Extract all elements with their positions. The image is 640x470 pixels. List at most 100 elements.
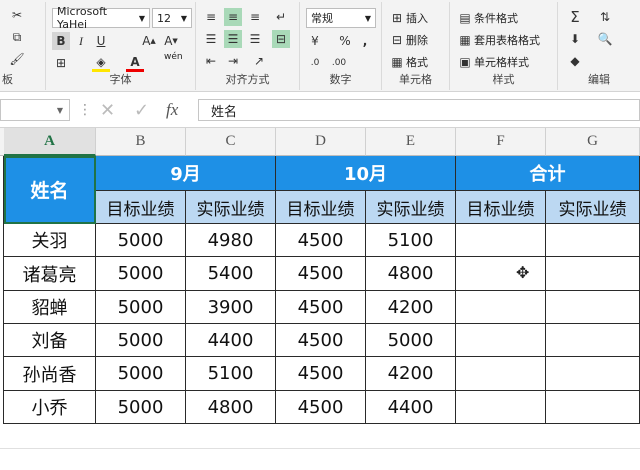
name-cell[interactable]: 刘备 bbox=[4, 324, 96, 357]
autosum-icon[interactable]: Σ bbox=[566, 8, 584, 26]
percent-button[interactable]: % bbox=[336, 32, 354, 50]
value-cell[interactable]: 5100 bbox=[366, 224, 456, 257]
find-icon[interactable]: 🔍 bbox=[596, 30, 614, 48]
value-cell[interactable]: 4500 bbox=[276, 224, 366, 257]
sub-header-target[interactable]: 目标业绩 bbox=[456, 191, 546, 224]
wrap-text-icon[interactable]: ↵ bbox=[272, 8, 290, 26]
merge-center-icon[interactable]: ⊟ bbox=[272, 30, 290, 48]
value-cell[interactable]: 4500 bbox=[276, 357, 366, 391]
sub-header-actual[interactable]: 实际业绩 bbox=[186, 191, 276, 224]
value-cell[interactable] bbox=[546, 224, 640, 257]
format-painter-icon[interactable]: 🖌 bbox=[8, 50, 26, 68]
value-cell[interactable]: 4500 bbox=[276, 291, 366, 324]
border-icon[interactable]: ⊞ bbox=[52, 54, 70, 72]
shrink-font-icon[interactable]: A ▼ bbox=[162, 32, 180, 50]
column-header-a[interactable]: A bbox=[4, 128, 96, 156]
format-button[interactable]: ▦ 格式 bbox=[388, 52, 428, 72]
fill-color-icon[interactable]: ◈ bbox=[92, 54, 110, 72]
increase-decimal-icon[interactable]: .0 bbox=[306, 54, 324, 72]
value-cell[interactable]: 4800 bbox=[366, 257, 456, 291]
name-cell[interactable]: 貂蝉 bbox=[4, 291, 96, 324]
font-name-select[interactable]: Microsoft YaHei ▼ bbox=[52, 5, 150, 31]
formula-input[interactable]: 姓名 bbox=[198, 99, 640, 121]
column-header-d[interactable]: D bbox=[276, 128, 366, 156]
align-top-icon[interactable]: ≡ bbox=[202, 8, 220, 26]
decrease-indent-icon[interactable]: ⇤ bbox=[202, 52, 220, 70]
value-cell[interactable]: 4500 bbox=[276, 391, 366, 424]
name-cell[interactable]: 孙尚香 bbox=[4, 357, 96, 391]
value-cell[interactable] bbox=[546, 324, 640, 357]
value-cell[interactable] bbox=[456, 391, 546, 424]
column-header-f[interactable]: F bbox=[456, 128, 546, 156]
value-cell[interactable]: 4200 bbox=[366, 357, 456, 391]
clear-icon[interactable]: ◆ bbox=[566, 52, 584, 70]
name-header-cell[interactable]: 姓名 bbox=[4, 156, 96, 224]
sort-filter-icon[interactable]: ⇅ bbox=[596, 8, 614, 26]
cancel-icon[interactable]: ✕ bbox=[100, 100, 115, 121]
insert-button[interactable]: ⊞ 插入 bbox=[388, 8, 428, 28]
column-header-g[interactable]: G bbox=[546, 128, 640, 156]
month-header-oct[interactable]: 10月 bbox=[276, 156, 456, 191]
sub-header-actual[interactable]: 实际业绩 bbox=[546, 191, 640, 224]
value-cell[interactable] bbox=[546, 257, 640, 291]
cell-style-button[interactable]: ▣ 单元格样式 bbox=[456, 52, 529, 72]
name-box[interactable]: ▼ bbox=[0, 99, 70, 121]
value-cell[interactable]: 5000 bbox=[366, 324, 456, 357]
value-cell[interactable] bbox=[456, 257, 546, 291]
sub-header-target[interactable]: 目标业绩 bbox=[96, 191, 186, 224]
value-cell[interactable]: 4500 bbox=[276, 324, 366, 357]
value-cell[interactable] bbox=[456, 324, 546, 357]
comma-button[interactable]: , bbox=[356, 32, 374, 50]
bold-button[interactable]: B bbox=[52, 32, 70, 50]
value-cell[interactable] bbox=[546, 391, 640, 424]
column-header-e[interactable]: E bbox=[366, 128, 456, 156]
value-cell[interactable]: 3900 bbox=[186, 291, 276, 324]
phonetic-button[interactable]: wén bbox=[164, 52, 183, 62]
copy-icon[interactable]: ⧉ bbox=[8, 28, 26, 46]
value-cell[interactable]: 5000 bbox=[96, 357, 186, 391]
value-cell[interactable]: 4400 bbox=[366, 391, 456, 424]
worksheet-grid[interactable]: A B C D E F G 姓名 9月 10月 合计 目标业绩 实际业绩 目标业… bbox=[0, 128, 640, 470]
align-right-icon[interactable]: ☰ bbox=[246, 30, 264, 48]
value-cell[interactable]: 4500 bbox=[276, 257, 366, 291]
value-cell[interactable] bbox=[456, 224, 546, 257]
table-format-button[interactable]: ▦ 套用表格格式 bbox=[456, 30, 540, 50]
value-cell[interactable]: 4800 bbox=[186, 391, 276, 424]
name-cell[interactable]: 诸葛亮 bbox=[4, 257, 96, 291]
increase-indent-icon[interactable]: ⇥ bbox=[224, 52, 242, 70]
italic-button[interactable]: I bbox=[72, 32, 90, 50]
value-cell[interactable] bbox=[456, 357, 546, 391]
fill-icon[interactable]: ⬇ bbox=[566, 30, 584, 48]
align-center-icon[interactable]: ☰ bbox=[224, 30, 242, 48]
number-format-select[interactable]: 常规 ▼ bbox=[306, 8, 376, 28]
cut-icon[interactable]: ✂ bbox=[8, 6, 26, 24]
value-cell[interactable] bbox=[546, 291, 640, 324]
value-cell[interactable]: 5000 bbox=[96, 224, 186, 257]
decrease-decimal-icon[interactable]: .00 bbox=[330, 54, 348, 72]
value-cell[interactable]: 5000 bbox=[96, 391, 186, 424]
value-cell[interactable]: 4400 bbox=[186, 324, 276, 357]
sub-header-target[interactable]: 目标业绩 bbox=[276, 191, 366, 224]
delete-button[interactable]: ⊟ 删除 bbox=[388, 30, 428, 50]
conditional-format-button[interactable]: ▤ 条件格式 bbox=[456, 8, 518, 28]
grow-font-icon[interactable]: A ▲ bbox=[140, 32, 158, 50]
total-header[interactable]: 合计 bbox=[456, 156, 640, 191]
value-cell[interactable] bbox=[456, 291, 546, 324]
align-left-icon[interactable]: ☰ bbox=[202, 30, 220, 48]
value-cell[interactable]: 5100 bbox=[186, 357, 276, 391]
font-size-select[interactable]: 12 ▼ bbox=[152, 8, 192, 28]
font-color-icon[interactable]: A bbox=[126, 54, 144, 72]
value-cell[interactable]: 5000 bbox=[96, 324, 186, 357]
value-cell[interactable]: 5000 bbox=[96, 257, 186, 291]
currency-icon[interactable]: ¥ bbox=[306, 32, 324, 50]
name-cell[interactable]: 关羽 bbox=[4, 224, 96, 257]
align-middle-icon[interactable]: ≡ bbox=[224, 8, 242, 26]
month-header-sep[interactable]: 9月 bbox=[96, 156, 276, 191]
underline-button[interactable]: U bbox=[92, 32, 110, 50]
name-cell[interactable]: 小乔 bbox=[4, 391, 96, 424]
orientation-icon[interactable]: ↗ bbox=[250, 52, 268, 70]
value-cell[interactable]: 4980 bbox=[186, 224, 276, 257]
sub-header-actual[interactable]: 实际业绩 bbox=[366, 191, 456, 224]
value-cell[interactable]: 5000 bbox=[96, 291, 186, 324]
insert-function-icon[interactable]: fx bbox=[166, 100, 178, 120]
